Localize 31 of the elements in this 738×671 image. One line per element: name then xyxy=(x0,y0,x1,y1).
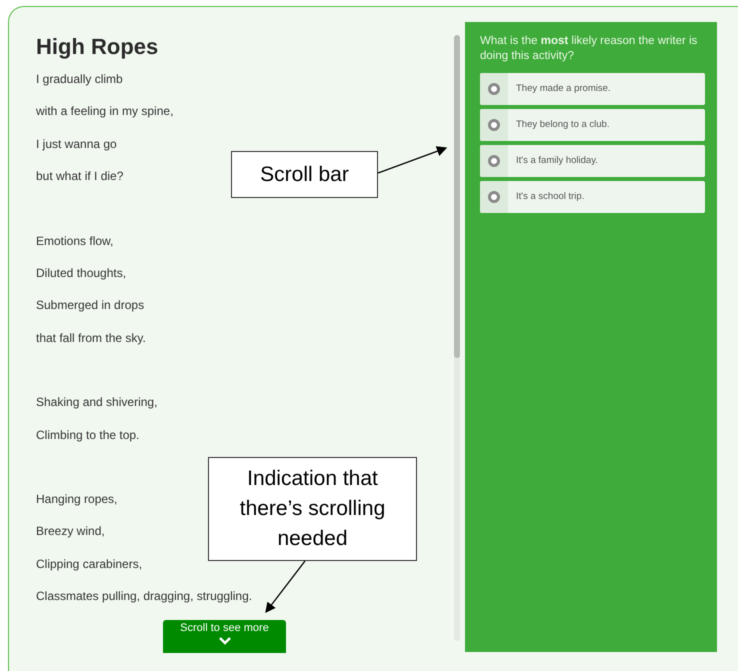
radio-icon xyxy=(488,155,500,167)
poem-line: Clipping carabiners, xyxy=(36,556,142,573)
poem-line: Breezy wind, xyxy=(36,523,105,540)
radio-icon xyxy=(488,119,500,131)
poem-line: with a feeling in my spine, xyxy=(36,103,174,120)
poem-line: I gradually climb xyxy=(36,71,123,88)
poem-line: Climbing to the top. xyxy=(36,426,140,444)
answer-option[interactable]: It's a school trip. xyxy=(480,181,705,213)
poem-line: Submerged in drops xyxy=(36,297,144,314)
answer-option[interactable]: It's a family holiday. xyxy=(480,145,705,177)
answer-option[interactable]: They belong to a club. xyxy=(480,109,705,141)
callout-label: Indication that there’s scrolling needed xyxy=(208,457,417,561)
poem-line: Shaking and shivering, xyxy=(36,394,158,412)
radio-icon xyxy=(488,83,500,95)
arrow xyxy=(378,146,448,174)
poem-line: Emotions flow, xyxy=(36,232,114,250)
poem-line: that fall from the sky. xyxy=(36,330,146,347)
poem-line: Hanging ropes, xyxy=(36,491,118,508)
poem-line: but what if I die? xyxy=(36,168,124,186)
question-text: What is the most likely reason the writer is doing this activity? xyxy=(480,34,698,64)
answer-option[interactable]: They made a promise. xyxy=(480,73,705,105)
callout-label: Scroll bar xyxy=(231,151,378,198)
poem-line: Diluted thoughts, xyxy=(36,265,126,282)
radio-icon xyxy=(488,191,500,203)
poem-title: High Ropes xyxy=(36,33,160,61)
chevron-down-icon xyxy=(218,637,230,645)
poem-line: I just wanna go xyxy=(36,136,117,153)
scrollbar-thumb[interactable] xyxy=(454,35,460,358)
scroll-more-button[interactable]: Scroll to see more xyxy=(163,620,286,653)
arrow xyxy=(265,560,306,614)
poem-line: Classmates pulling, dragging, struggling. xyxy=(36,588,252,606)
